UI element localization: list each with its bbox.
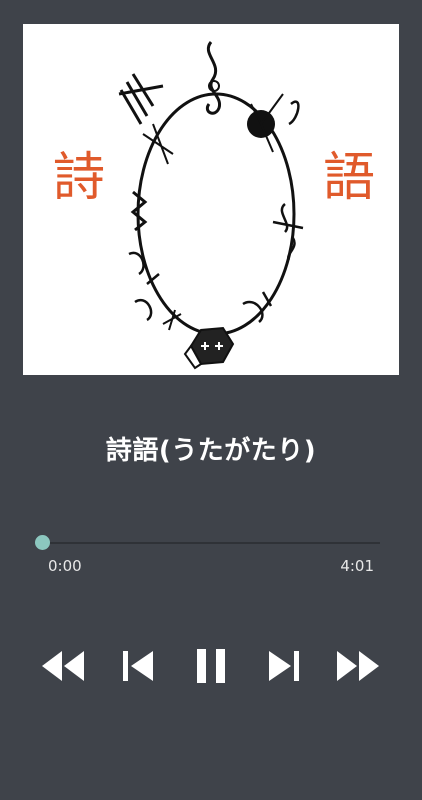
playback-controls [0,640,422,692]
track-title: 詩語(うたがたり) [105,436,317,466]
pause-icon [197,649,225,683]
pause-button[interactable] [185,640,237,692]
elapsed-time: 0:00 [48,557,82,575]
next-button[interactable] [258,640,310,692]
artwork-kanji-right: 語 [323,148,376,208]
skip-next-icon [269,651,299,681]
rewind-icon [42,651,84,681]
seek-bar-thumb[interactable] [35,535,50,550]
seek-bar[interactable] [35,535,380,550]
fast-forward-icon [337,651,379,681]
fast-forward-button[interactable] [331,640,383,692]
rewind-button[interactable] [38,640,90,692]
album-artwork: 詩 語 [23,24,399,375]
skip-previous-icon [123,651,153,681]
total-duration: 4:01 [340,557,374,575]
artwork-kanji-left: 詩 [53,148,106,208]
previous-button[interactable] [112,640,164,692]
